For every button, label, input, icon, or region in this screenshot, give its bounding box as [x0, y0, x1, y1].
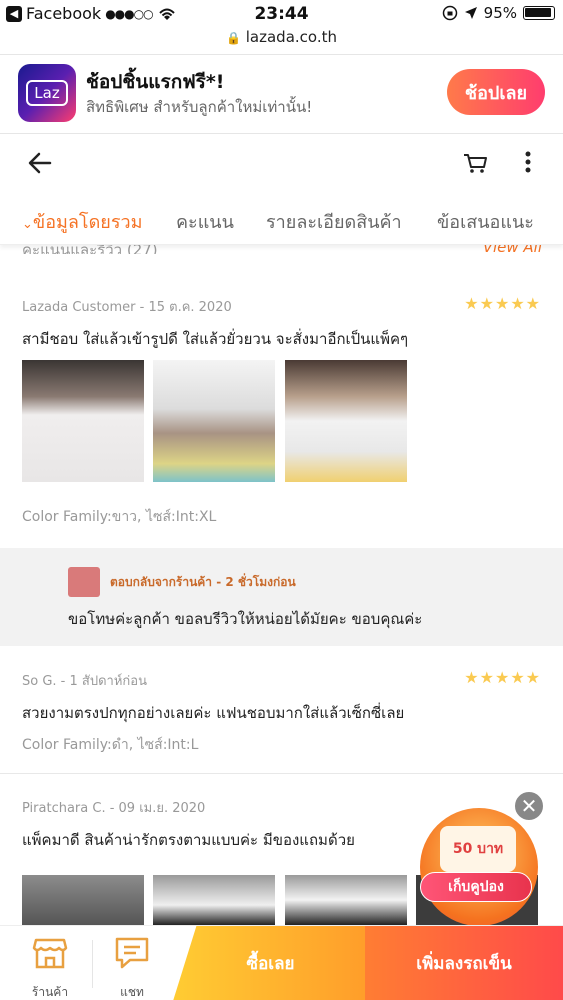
banner-title: ช้อปชิ้นแรกฟรี*!	[86, 71, 225, 93]
review-photo[interactable]	[22, 875, 144, 925]
star-rating: ★★★★★	[464, 294, 541, 313]
url-bar[interactable]: 🔒 lazada.co.th	[0, 28, 563, 54]
collect-coupon-button[interactable]: เก็บคูปอง	[420, 872, 532, 902]
status-bar: ◀ Facebook ●●●○○ 23:44 95%	[0, 0, 563, 28]
lock-icon: 🔒	[226, 31, 241, 45]
seller-reply-header: ตอบกลับจากร้านค้า - 2 ชั่วโมงก่อน	[110, 575, 296, 589]
review-text: สวยงามตรงปกทุกอย่างเลยค่ะ แฟนชอบมากใส่แล…	[22, 704, 405, 722]
location-icon	[464, 7, 477, 19]
buy-now-button[interactable]: ซื้อเลย	[173, 926, 368, 1000]
star-rating: ★★★★★	[464, 668, 541, 687]
bottom-action-bar: ร้านค้า แชท ซื้อเลย เพิ่มลงรถเข็น	[0, 925, 563, 1000]
url-text[interactable]: lazada.co.th	[246, 28, 337, 46]
seller-reply: ตอบกลับจากร้านค้า - 2 ชั่วโมงก่อน ขอโทษค…	[0, 548, 563, 646]
divider	[92, 940, 93, 988]
app-banner[interactable]: Laz ช้อปชิ้นแรกฟรี*! สิทธิพิเศษ สำหรับลู…	[0, 54, 563, 134]
review-variant: Color Family:ขาว, ไซส์:Int:XL	[22, 509, 217, 525]
tab-recommendations[interactable]: ข้อเสนอแนะ	[437, 207, 534, 236]
review-photo[interactable]	[22, 360, 144, 482]
store-label[interactable]: ร้านค้า	[20, 983, 80, 1000]
back-arrow-icon[interactable]	[26, 149, 54, 177]
tab-overview-label: ข้อมูลโดยรวม	[32, 212, 143, 233]
chevron-down-icon: ⌄	[22, 217, 33, 232]
tab-overview[interactable]: ⌄ข้อมูลโดยรวม	[22, 207, 142, 236]
review-meta: So G. - 1 สัปดาห์ก่อน	[22, 674, 147, 689]
coupon-amount: 50 บาท	[440, 826, 516, 872]
lazada-logo: Laz	[18, 64, 76, 122]
more-options-icon[interactable]	[518, 149, 538, 175]
review-item: Lazada Customer - 15 ต.ค. 2020 ★★★★★ สาม…	[0, 254, 563, 547]
review-text: แพ็คมาดี สินค้าน่ารักตรงตามแบบค่ะ มีของแ…	[22, 831, 355, 849]
orientation-lock-icon	[442, 5, 457, 21]
close-icon[interactable]: ✕	[513, 790, 545, 822]
review-photo[interactable]	[153, 875, 275, 925]
battery-icon	[523, 6, 555, 20]
tab-product-details[interactable]: รายละเอียดสินค้า	[266, 207, 402, 236]
status-bar-right: 95%	[442, 4, 555, 22]
review-photo[interactable]	[285, 875, 407, 925]
shop-now-button[interactable]: ช้อปเลย	[447, 69, 545, 115]
banner-subtitle: สิทธิพิเศษ สำหรับลูกค้าใหม่เท่านั้น!	[86, 98, 313, 116]
battery-percent: 95%	[483, 4, 517, 22]
nav-bar	[0, 135, 563, 191]
coupon-widget[interactable]: 50 บาท เก็บคูปอง ✕	[416, 790, 546, 935]
store-icon	[68, 567, 100, 597]
product-tabs: ⌄ข้อมูลโดยรวม คะแนน รายละเอียดสินค้า ข้อ…	[0, 195, 563, 245]
seller-reply-text: ขอโทษค่ะลูกค้า ขอลบรีวิวให้หน่อยได้มัยคะ…	[68, 610, 423, 628]
chat-label[interactable]: แชท	[102, 983, 162, 1000]
review-photo[interactable]	[153, 360, 275, 482]
review-photo[interactable]	[285, 360, 407, 482]
cart-icon[interactable]	[462, 149, 488, 175]
store-icon[interactable]	[32, 936, 68, 970]
review-variant: Color Family:ดำ, ไซส์:Int:L	[22, 737, 199, 753]
review-item: So G. - 1 สัปดาห์ก่อน ★★★★★ สวยงามตรงปกท…	[0, 647, 563, 773]
review-meta: Piratchara C. - 09 เม.ย. 2020	[22, 801, 206, 816]
review-meta: Lazada Customer - 15 ต.ค. 2020	[22, 300, 232, 315]
review-text: สามีชอบ ใส่แล้วเข้ารูปดี ใส่แล้วยั่วยวน …	[22, 330, 409, 348]
chat-icon[interactable]	[114, 936, 150, 970]
logo-text: Laz	[26, 80, 68, 106]
add-to-cart-button[interactable]: เพิ่มลงรถเข็น	[365, 926, 563, 1000]
tab-ratings[interactable]: คะแนน	[176, 207, 234, 236]
